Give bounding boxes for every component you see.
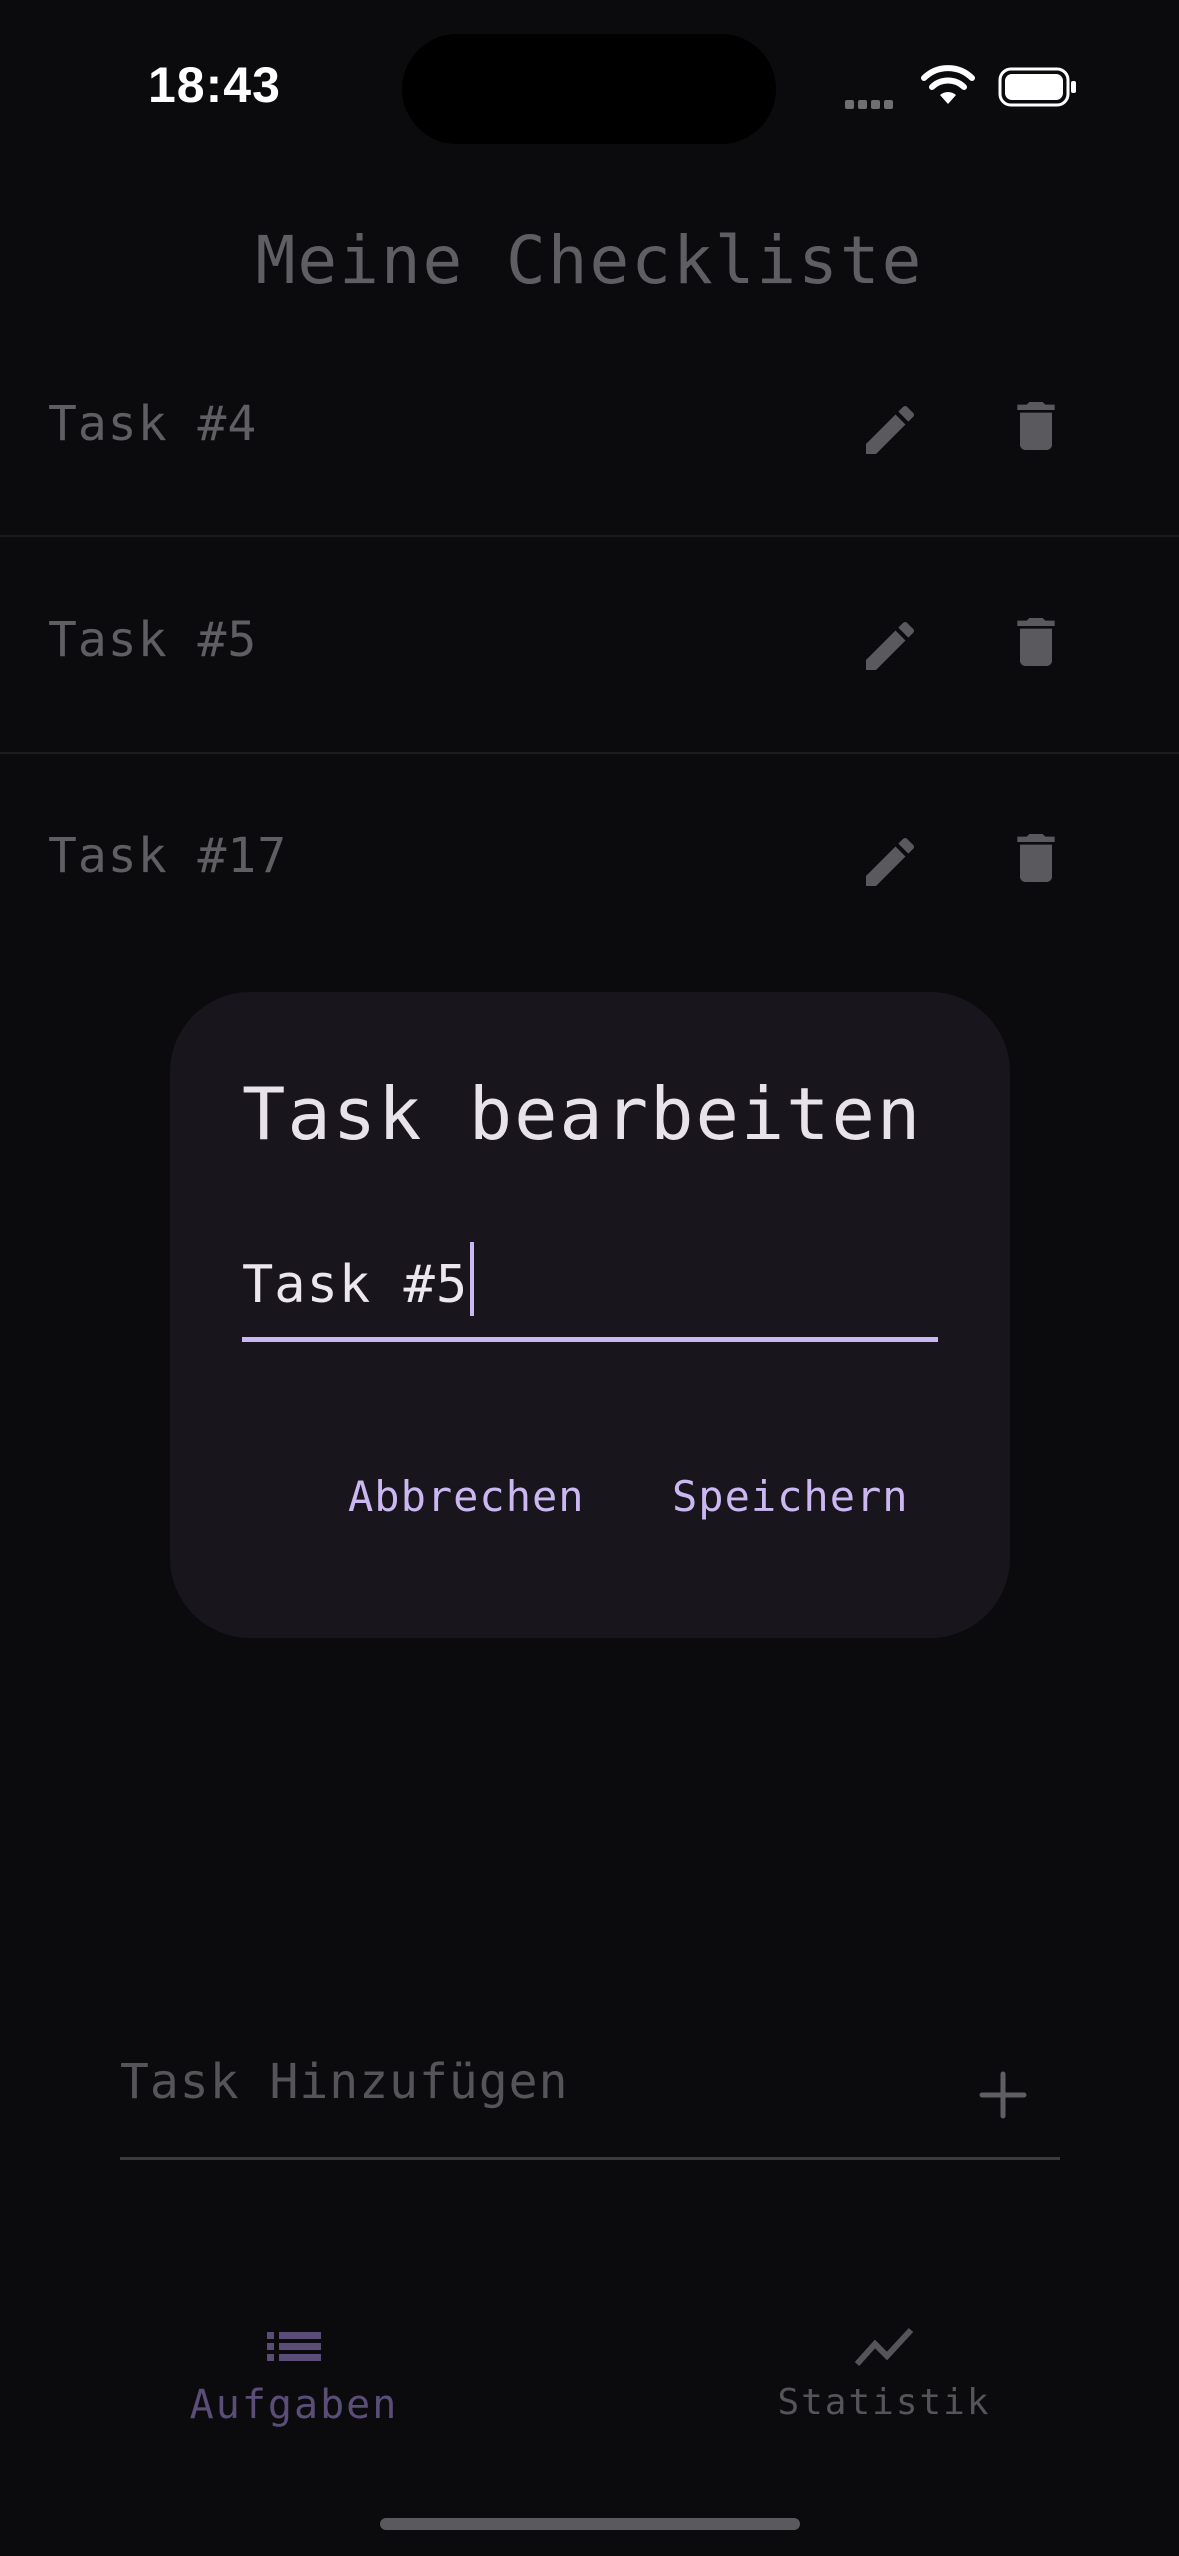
task-name-value: Task #5	[242, 1255, 469, 1315]
dynamic-island	[402, 34, 776, 144]
nav-item-aufgaben[interactable]: Aufgaben	[144, 2300, 444, 2460]
nav-label-aufgaben: Aufgaben	[189, 2382, 399, 2428]
dialog-title: Task bearbeiten	[242, 1072, 923, 1156]
cellular-signal-icon	[845, 94, 905, 109]
divider	[0, 535, 1179, 537]
edit-icon[interactable]	[858, 614, 922, 678]
plus-icon[interactable]	[958, 2050, 1048, 2140]
add-task-input[interactable]: Task Hinzufügen	[120, 2040, 1060, 2160]
delete-icon[interactable]	[1004, 394, 1068, 458]
delete-icon[interactable]	[1004, 610, 1068, 674]
edit-task-dialog: Task bearbeiten Task #5 Abbrechen Speich…	[170, 992, 1010, 1638]
delete-icon[interactable]	[1004, 826, 1068, 890]
save-button[interactable]: Speichern	[672, 1472, 909, 1521]
nav-label-statistik: Statistik	[777, 2382, 991, 2423]
task-row: Task #17	[0, 754, 1179, 968]
page-title: Meine Checkliste	[255, 222, 924, 299]
text-caret	[470, 1242, 475, 1316]
task-row: Task #4	[0, 322, 1179, 536]
battery-icon	[998, 67, 1076, 107]
status-time: 18:43	[148, 57, 281, 113]
task-label: Task #5	[48, 612, 258, 668]
edit-icon[interactable]	[858, 830, 922, 894]
edit-icon[interactable]	[858, 398, 922, 462]
task-label: Task #4	[48, 396, 258, 452]
home-indicator[interactable]	[380, 2518, 800, 2530]
task-label: Task #17	[48, 828, 288, 884]
add-task-placeholder: Task Hinzufügen	[120, 2054, 569, 2110]
cancel-button[interactable]: Abbrechen	[348, 1472, 585, 1521]
list-icon	[267, 2332, 321, 2361]
trending-icon	[854, 2327, 914, 2367]
task-row: Task #5	[0, 538, 1179, 752]
nav-item-statistik[interactable]: Statistik	[734, 2300, 1034, 2460]
task-name-input[interactable]: Task #5	[242, 1242, 938, 1342]
wifi-icon	[921, 65, 975, 104]
